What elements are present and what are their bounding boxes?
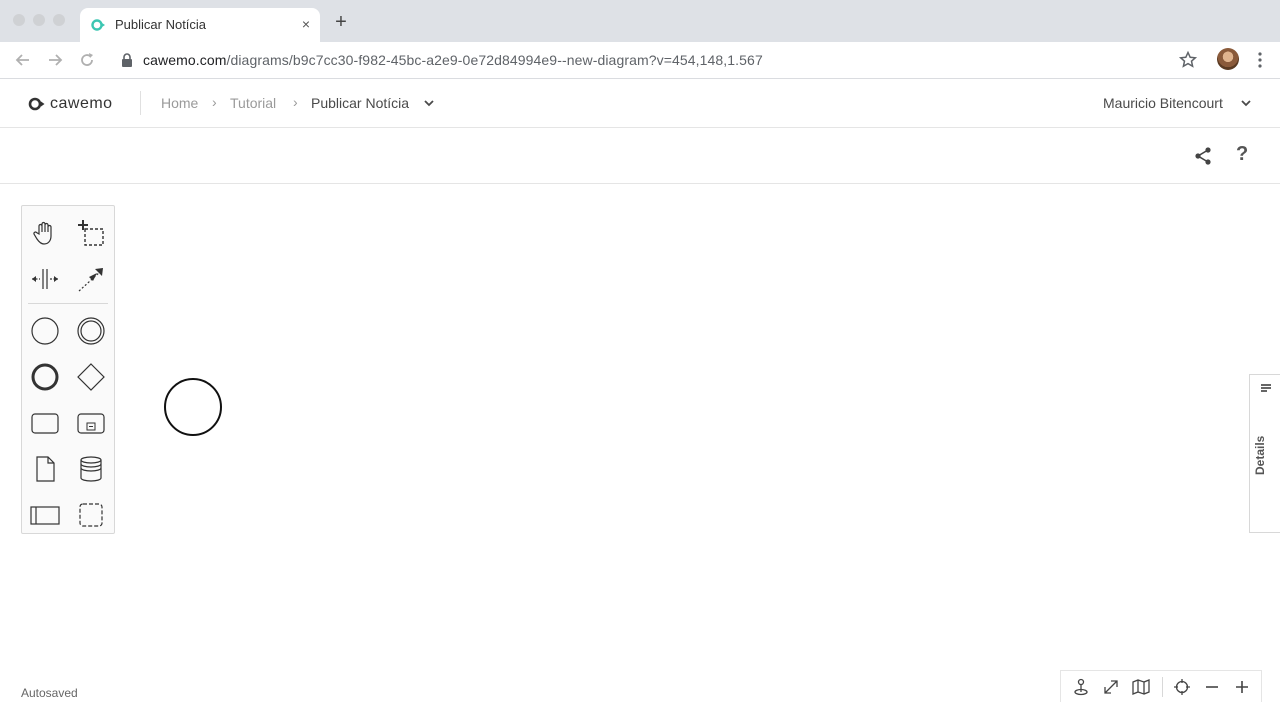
url-host: cawemo.com xyxy=(143,52,227,68)
subprocess-icon[interactable] xyxy=(75,407,107,439)
new-tab-button[interactable]: + xyxy=(331,12,351,32)
diagram-toolbar: ? xyxy=(0,128,1280,184)
share-icon[interactable] xyxy=(1193,146,1213,166)
zoom-out-icon[interactable] xyxy=(1202,677,1222,697)
cawemo-logo[interactable]: cawemo xyxy=(28,95,113,113)
url-path: /diagrams/b9c7cc30-f982-45bc-a2e9-0e72d8… xyxy=(226,52,763,68)
help-icon[interactable]: ? xyxy=(1236,143,1248,166)
details-label: Details xyxy=(1253,435,1267,475)
pool-icon[interactable] xyxy=(29,499,61,531)
reload-icon[interactable] xyxy=(77,50,97,70)
details-panel-toggle[interactable]: Details xyxy=(1249,374,1280,533)
tab-close-icon[interactable]: × xyxy=(302,16,310,32)
window-maximize-button[interactable] xyxy=(53,14,65,26)
chevron-down-icon[interactable] xyxy=(423,97,435,109)
cawemo-favicon-icon xyxy=(91,19,105,31)
minimap-icon[interactable] xyxy=(1131,677,1151,697)
controls-divider xyxy=(1162,677,1163,697)
zoom-in-icon[interactable] xyxy=(1232,677,1252,697)
data-store-icon[interactable] xyxy=(75,453,107,485)
gateway-icon[interactable] xyxy=(75,361,107,393)
browser-menu-icon[interactable] xyxy=(1254,50,1266,70)
breadcrumb-separator: › xyxy=(212,94,217,110)
window-minimize-button[interactable] xyxy=(33,14,45,26)
menu-lines-icon xyxy=(1261,384,1271,392)
forward-arrow-icon[interactable] xyxy=(45,50,65,70)
tab-title: Publicar Notícia xyxy=(115,17,207,32)
profile-avatar[interactable] xyxy=(1217,48,1239,70)
cawemo-logo-icon xyxy=(28,97,45,111)
breadcrumb-current-diagram[interactable]: Publicar Notícia xyxy=(311,95,409,111)
task-icon[interactable] xyxy=(29,407,61,439)
back-arrow-icon[interactable] xyxy=(13,50,33,70)
chevron-down-icon[interactable] xyxy=(1240,97,1252,109)
window-close-button[interactable] xyxy=(13,14,25,26)
browser-tab-bar: Publicar Notícia × + xyxy=(0,0,1280,42)
url-field[interactable]: cawemo.com/diagrams/b9c7cc30-f982-45bc-a… xyxy=(143,52,763,68)
hand-tool-icon[interactable] xyxy=(29,217,61,249)
space-tool-icon[interactable] xyxy=(29,263,61,295)
breadcrumb-separator: › xyxy=(293,94,298,110)
canvas-controls xyxy=(1060,670,1262,702)
user-menu-name[interactable]: Mauricio Bitencourt xyxy=(1103,95,1223,111)
global-connect-tool-icon[interactable] xyxy=(75,263,107,295)
start-event-icon[interactable] xyxy=(29,315,61,347)
palette-divider xyxy=(28,303,108,304)
center-target-icon[interactable] xyxy=(1172,677,1192,697)
reset-origin-icon[interactable] xyxy=(1071,677,1091,697)
browser-tab[interactable]: Publicar Notícia × xyxy=(80,8,320,42)
lasso-tool-icon[interactable] xyxy=(75,217,107,249)
breadcrumb-tutorial[interactable]: Tutorial xyxy=(230,95,276,111)
intermediate-event-icon[interactable] xyxy=(75,315,107,347)
logo-text: cawemo xyxy=(50,95,113,112)
address-bar: cawemo.com/diagrams/b9c7cc30-f982-45bc-a… xyxy=(0,42,1280,79)
autosave-status: Autosaved xyxy=(21,686,78,700)
diagram-start-event[interactable] xyxy=(163,377,223,437)
fit-to-screen-icon[interactable] xyxy=(1101,677,1121,697)
data-object-icon[interactable] xyxy=(29,453,61,485)
end-event-icon[interactable] xyxy=(29,361,61,393)
app-header: cawemo Home › Tutorial › Publicar Notíci… xyxy=(0,79,1280,128)
bpmn-palette xyxy=(21,205,115,534)
breadcrumb-home[interactable]: Home xyxy=(161,95,198,111)
group-icon[interactable] xyxy=(75,499,107,531)
header-divider xyxy=(140,91,141,115)
bookmark-star-icon[interactable] xyxy=(1178,50,1198,70)
lock-icon xyxy=(122,53,132,67)
